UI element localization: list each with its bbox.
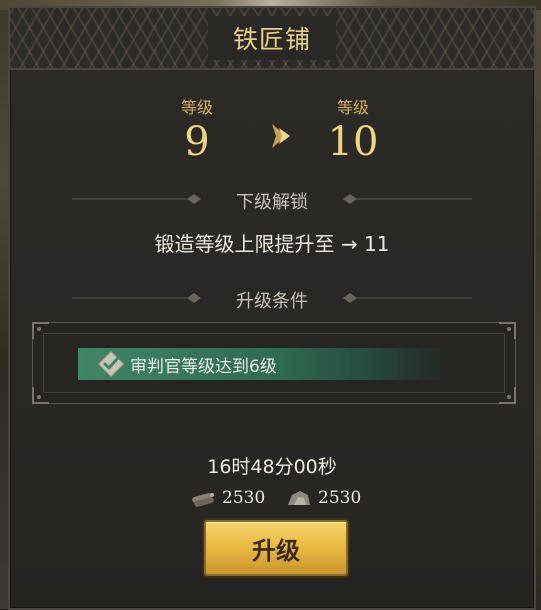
cost-stone: 2530	[286, 488, 361, 508]
dialog-title: 铁匠铺	[232, 25, 311, 54]
corner-ornament-icon	[32, 387, 49, 404]
condition-text: 审判官等级达到6级	[130, 357, 277, 377]
current-level: 等级 9	[152, 94, 242, 164]
dialog-header: 铁匠铺	[10, 8, 534, 70]
next-level: 等级 10	[308, 94, 398, 164]
checkmark-icon	[98, 351, 124, 377]
wood-cost-value: 2530	[222, 488, 266, 508]
title-plate: 铁匠铺	[208, 16, 336, 60]
next-level-value: 10	[327, 119, 379, 165]
corner-ornament-icon	[32, 322, 49, 339]
stone-cost-value: 2530	[318, 488, 362, 508]
cost-wood: 2530	[190, 488, 265, 508]
upgrade-button[interactable]: 升级	[204, 520, 348, 576]
unlock-section-header: 下级解锁	[236, 192, 308, 213]
corner-ornament-icon	[499, 322, 516, 339]
current-level-value: 9	[184, 119, 210, 165]
current-level-label: 等级	[180, 98, 213, 117]
blacksmith-dialog: 铁匠铺 等级 9 等级 10 下级解锁 锻造等级上限提升至 → 11 升级条件	[8, 6, 536, 610]
corner-ornament-icon	[499, 387, 516, 404]
conditions-section-header: 升级条件	[236, 291, 308, 312]
next-level-label: 等级	[336, 98, 369, 117]
level-arrow-icon	[272, 124, 290, 148]
wood-resource-icon	[192, 493, 214, 507]
upgrade-timer: 16时48分00秒	[207, 456, 337, 478]
unlock-description: 锻造等级上限提升至 → 11	[154, 232, 390, 256]
stone-resource-icon	[288, 491, 310, 505]
upgrade-button-label: 升级	[252, 536, 300, 565]
